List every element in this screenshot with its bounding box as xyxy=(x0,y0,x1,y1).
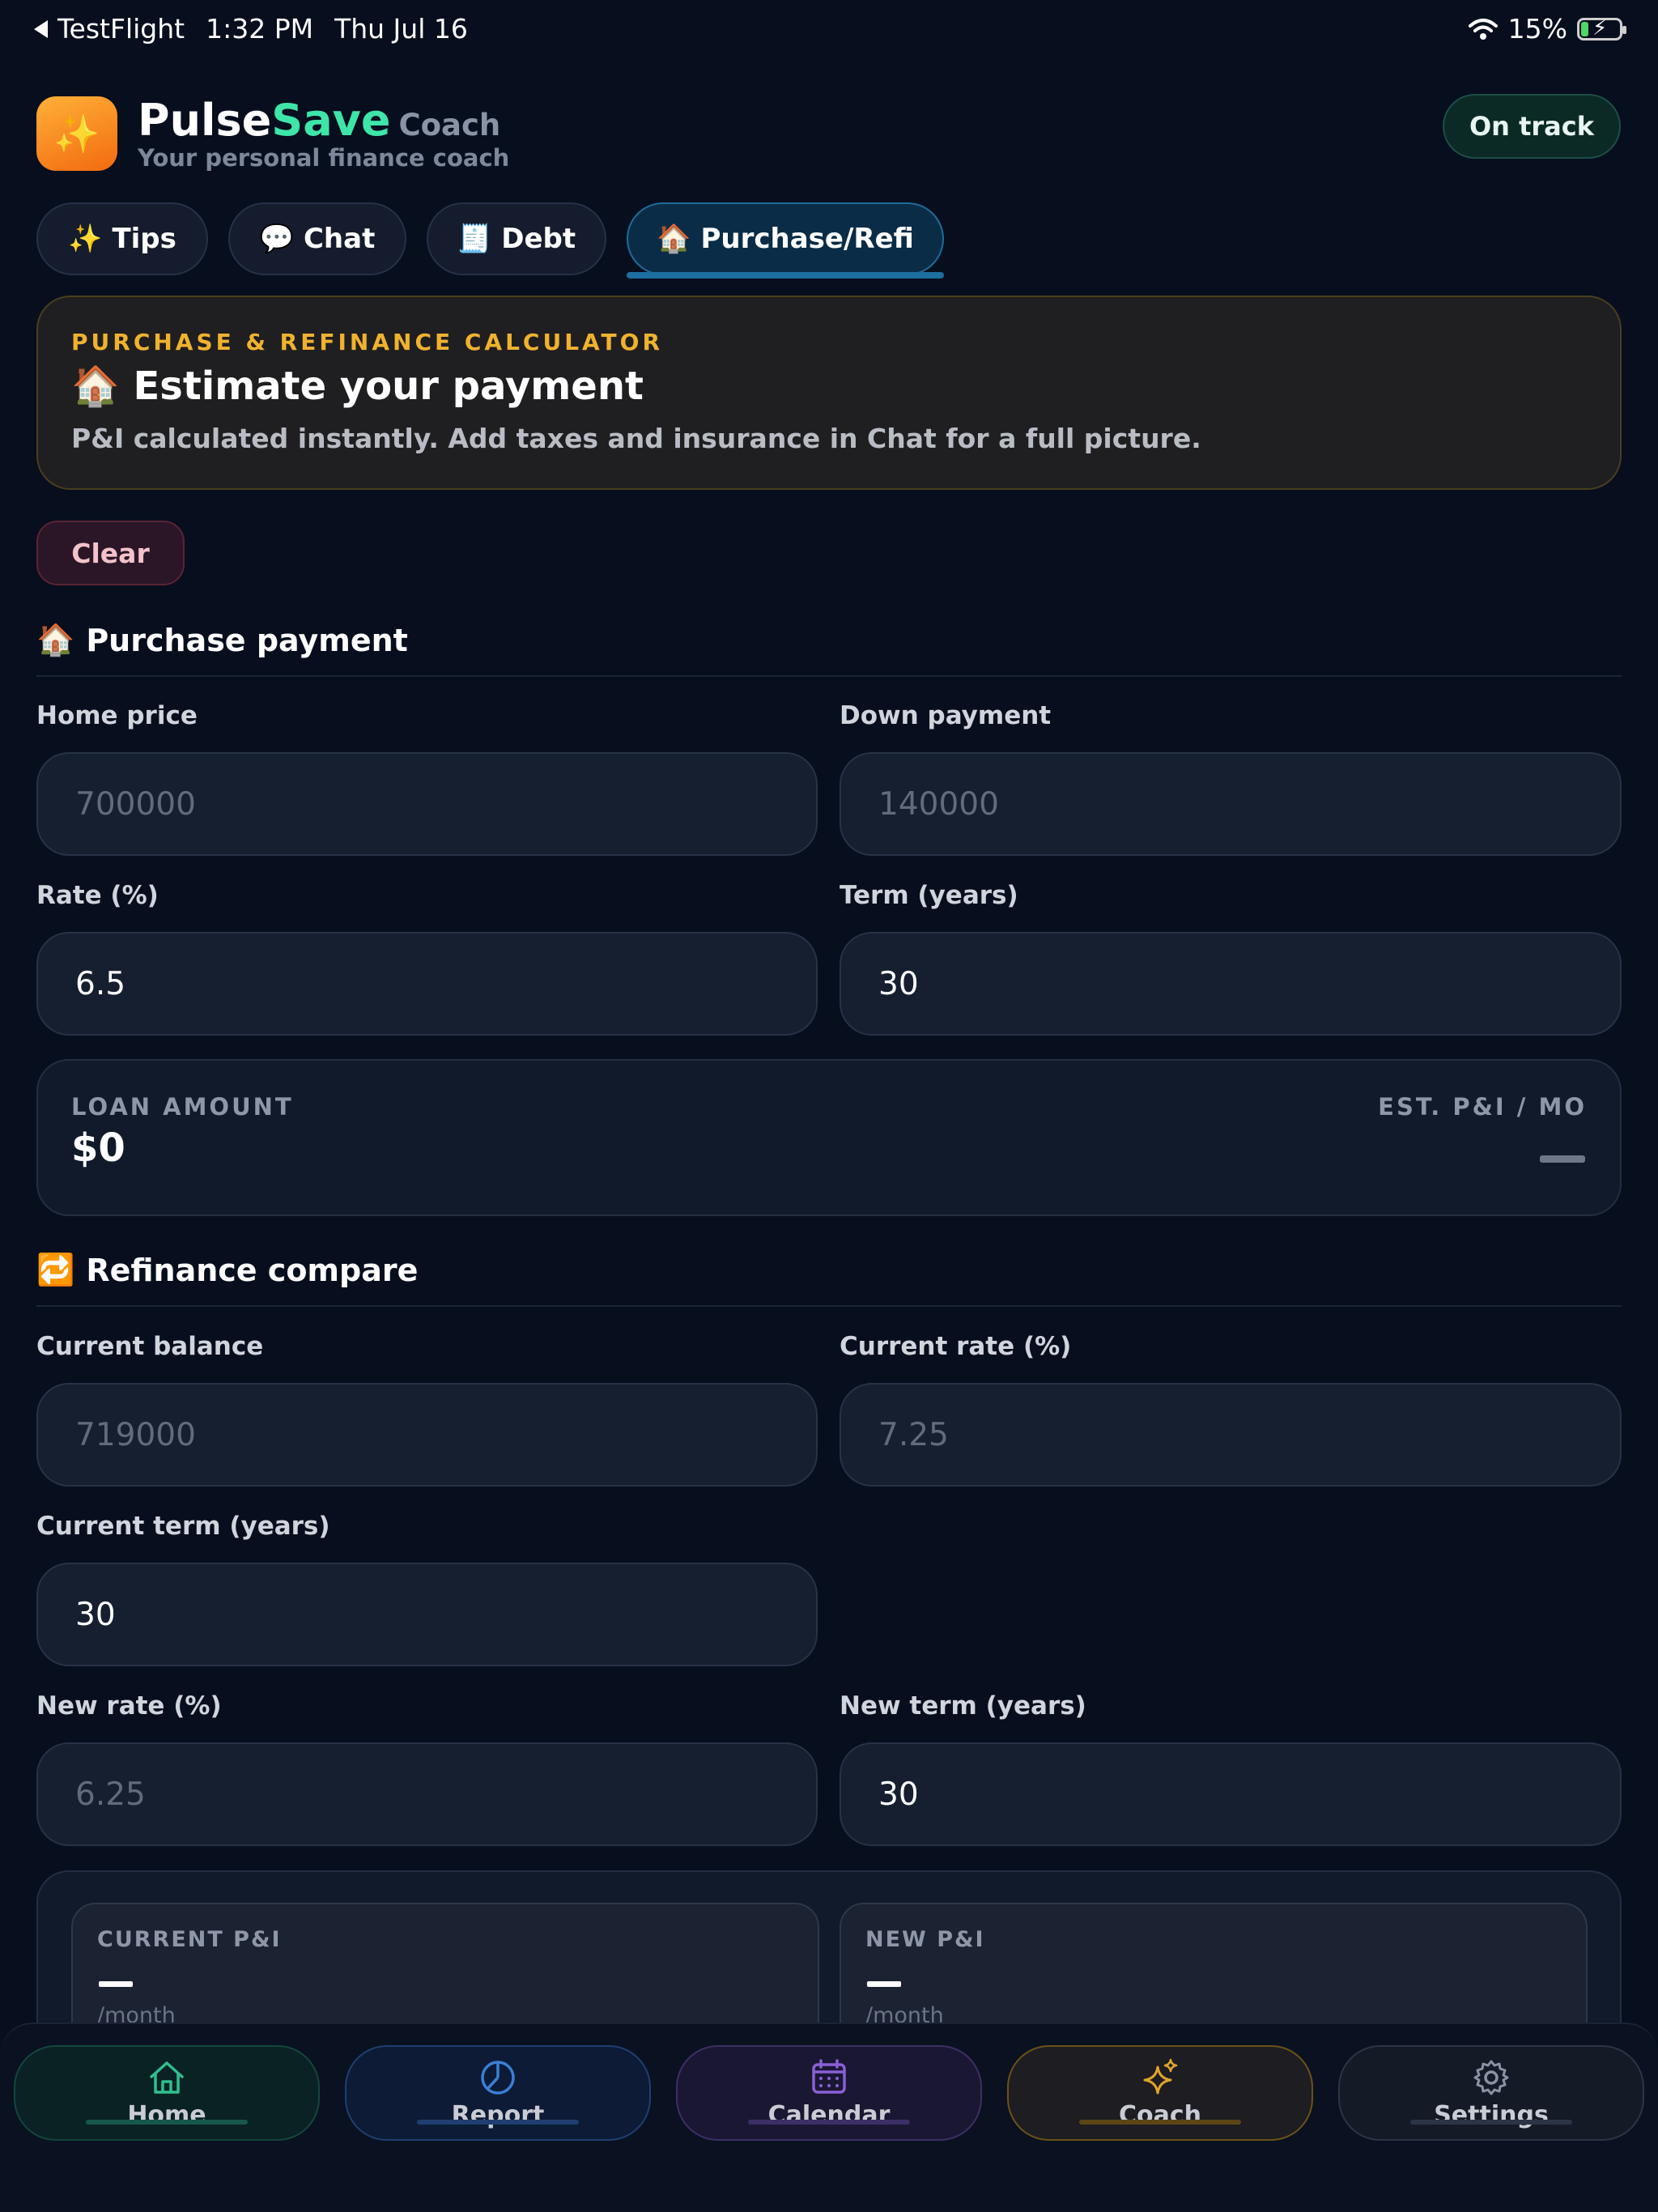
nav-report[interactable]: Report xyxy=(345,2045,651,2141)
section-divider xyxy=(36,1305,1622,1307)
section-divider xyxy=(36,675,1622,677)
status-bar-left: TestFlight 1:32 PM Thu Jul 16 xyxy=(34,13,468,45)
home-price-label: Home price xyxy=(36,701,198,730)
tab-debt[interactable]: 🧾 Debt xyxy=(427,202,606,275)
app-logo-icon: ✨ xyxy=(36,96,117,171)
tab-purchase-refi[interactable]: 🏠 Purchase/Refi xyxy=(627,202,944,275)
brand-pulse: Pulse xyxy=(138,95,272,146)
status-time: 1:32 PM xyxy=(206,13,314,45)
repeat-icon: 🔁 xyxy=(36,1252,75,1287)
new-term-input[interactable]: 30 xyxy=(840,1742,1622,1846)
refinance-section-title: 🔁 Refinance compare xyxy=(36,1252,419,1288)
brand-coach: Coach xyxy=(398,108,501,143)
wifi-icon xyxy=(1468,18,1498,40)
battery-icon: ⚡ xyxy=(1577,16,1626,40)
tab-label: Purchase/Refi xyxy=(700,223,914,255)
new-rate-label: New rate (%) xyxy=(36,1691,222,1721)
nav-label: Calendar xyxy=(767,2100,891,2129)
back-arrow-icon xyxy=(34,19,48,38)
nav-home[interactable]: Home xyxy=(14,2045,320,2141)
house-icon: 🏠 xyxy=(36,622,75,657)
nav-label: Settings xyxy=(1434,2100,1549,2129)
brand-save: Save xyxy=(271,95,391,146)
nav-settings[interactable]: Settings xyxy=(1338,2045,1644,2141)
calculator-title: 🏠 Estimate your payment xyxy=(71,364,644,409)
loan-summary-card xyxy=(36,1059,1622,1216)
current-pi-label: CURRENT P&I xyxy=(97,1927,282,1952)
app-tagline: Your personal finance coach xyxy=(138,144,510,172)
nav-calendar[interactable]: Calendar xyxy=(676,2045,982,2141)
current-pi-value: — xyxy=(99,1981,133,1987)
tab-label: Debt xyxy=(501,223,576,255)
status-bar-right: 15% ⚡ xyxy=(1468,13,1626,45)
nav-indicator xyxy=(748,2120,910,2125)
down-payment-label: Down payment xyxy=(840,701,1052,730)
current-rate-label: Current rate (%) xyxy=(840,1332,1072,1361)
nav-label: Home xyxy=(127,2100,206,2129)
gear-icon xyxy=(1473,2060,1509,2095)
nav-indicator xyxy=(417,2120,579,2125)
house-icon: 🏠 xyxy=(657,223,691,255)
down-payment-input[interactable]: 140000 xyxy=(840,752,1622,856)
speech-bubble-icon: 💬 xyxy=(259,223,294,255)
term-label: Term (years) xyxy=(840,881,1018,910)
est-pi-label: EST. P&I / MO xyxy=(1378,1093,1587,1121)
current-rate-input[interactable]: 7.25 xyxy=(840,1383,1622,1487)
active-tab-indicator xyxy=(627,272,944,279)
nav-label: Report xyxy=(451,2100,545,2129)
home-price-input[interactable]: 700000 xyxy=(36,752,818,856)
nav-indicator xyxy=(86,2120,248,2125)
current-balance-input[interactable]: 719000 xyxy=(36,1383,818,1487)
sparkles-icon xyxy=(1143,2058,1178,2094)
new-term-label: New term (years) xyxy=(840,1691,1086,1721)
nav-indicator xyxy=(1410,2120,1572,2125)
current-term-input[interactable]: 30 xyxy=(36,1563,818,1666)
tab-label: Tips xyxy=(112,223,176,255)
loan-amount-label: LOAN AMOUNT xyxy=(71,1093,294,1121)
clear-button[interactable]: Clear xyxy=(36,521,185,585)
loan-amount-value: $0 xyxy=(71,1125,125,1171)
nav-label: Coach xyxy=(1118,2100,1201,2129)
status-date: Thu Jul 16 xyxy=(334,13,468,45)
app-brand: Pulse Save Coach xyxy=(138,95,500,146)
est-pi-value: — xyxy=(1540,1155,1585,1163)
back-to-app-button[interactable]: TestFlight xyxy=(34,13,185,45)
tab-chat[interactable]: 💬 Chat xyxy=(228,202,406,275)
current-balance-label: Current balance xyxy=(36,1332,264,1361)
battery-percent: 15% xyxy=(1507,13,1567,45)
purchase-section-title: 🏠 Purchase payment xyxy=(36,622,408,658)
calculator-description: P&I calculated instantly. Add taxes and … xyxy=(71,423,1201,454)
term-input[interactable]: 30 xyxy=(840,932,1622,1036)
tab-label: Chat xyxy=(303,223,376,255)
new-pi-value: — xyxy=(867,1981,901,1987)
pie-chart-icon xyxy=(481,2060,515,2095)
rate-input[interactable]: 6.5 xyxy=(36,932,818,1036)
tab-tips[interactable]: ✨ Tips xyxy=(36,202,208,275)
status-badge[interactable]: On track xyxy=(1443,94,1621,159)
new-pi-label: NEW P&I xyxy=(865,1927,985,1952)
current-term-label: Current term (years) xyxy=(36,1512,330,1541)
receipt-icon: 🧾 xyxy=(457,223,492,255)
house-icon: 🏠 xyxy=(71,364,120,409)
home-icon xyxy=(150,2061,184,2094)
sparkles-icon: ✨ xyxy=(68,223,103,255)
calendar-icon xyxy=(812,2058,846,2094)
nav-coach[interactable]: Coach xyxy=(1007,2045,1313,2141)
calculator-eyebrow: PURCHASE & REFINANCE CALCULATOR xyxy=(71,329,664,355)
rate-label: Rate (%) xyxy=(36,881,159,910)
nav-indicator xyxy=(1079,2120,1241,2125)
new-rate-input[interactable]: 6.25 xyxy=(36,1742,818,1846)
